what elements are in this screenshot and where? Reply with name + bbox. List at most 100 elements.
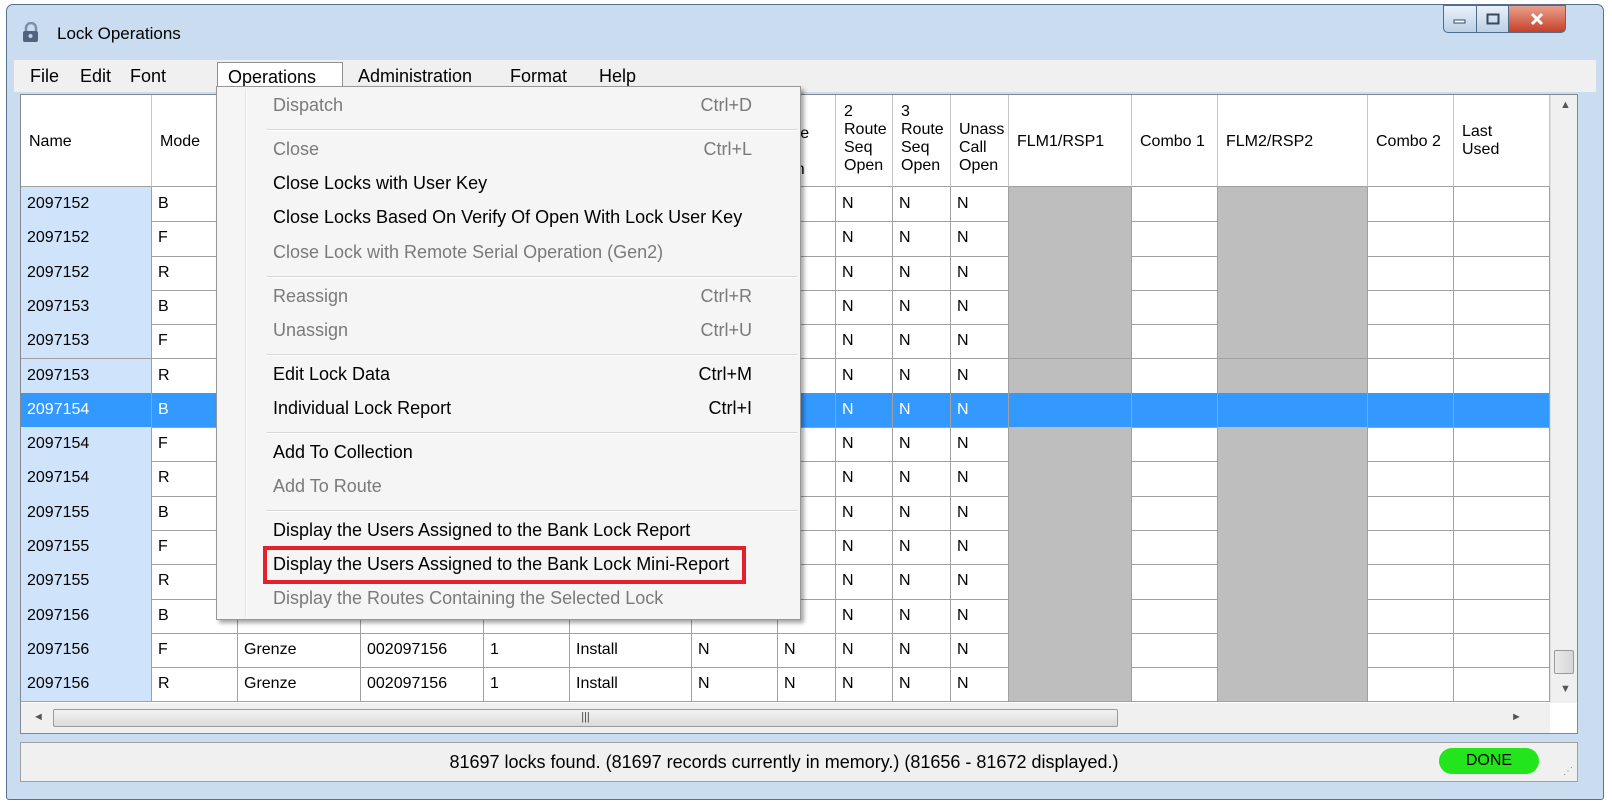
table-cell-n2[interactable]: N bbox=[893, 632, 951, 669]
table-cell-n3[interactable]: N bbox=[951, 461, 1009, 497]
table-cell-owner[interactable]: Grenze bbox=[238, 667, 361, 703]
table-cell-n2[interactable]: N bbox=[893, 530, 951, 566]
col-header-last-used[interactable]: Last Used bbox=[1454, 95, 1550, 187]
table-cell-g2[interactable] bbox=[1132, 289, 1218, 326]
table-cell-g3[interactable] bbox=[1218, 667, 1368, 703]
menu-file[interactable]: File bbox=[20, 62, 69, 90]
minimize-button[interactable] bbox=[1443, 5, 1477, 33]
table-cell-g5[interactable] bbox=[1454, 598, 1550, 634]
table-cell-serial[interactable]: 002097156 bbox=[361, 667, 484, 703]
scroll-down-icon[interactable]: ▼ bbox=[1560, 683, 1571, 695]
close-button[interactable] bbox=[1508, 5, 1566, 33]
table-cell-n1[interactable]: N bbox=[836, 495, 893, 531]
table-cell-owner[interactable]: Grenze bbox=[238, 632, 361, 669]
table-cell-g3[interactable] bbox=[1218, 461, 1368, 497]
table-cell-g1[interactable] bbox=[1009, 392, 1132, 429]
table-cell-g4[interactable] bbox=[1368, 358, 1454, 394]
table-cell-g3[interactable] bbox=[1218, 598, 1368, 634]
table-cell-g3[interactable] bbox=[1218, 392, 1368, 429]
table-cell-g2[interactable] bbox=[1132, 564, 1218, 600]
table-cell-status[interactable]: Install bbox=[570, 667, 692, 703]
table-cell-name[interactable]: 2097152 bbox=[21, 255, 152, 291]
table-cell-g1[interactable] bbox=[1009, 358, 1132, 394]
col-header-unass-call-open[interactable]: Unass Call Open bbox=[951, 95, 1009, 187]
table-cell-g1[interactable] bbox=[1009, 461, 1132, 497]
table-cell-name[interactable]: 2097154 bbox=[21, 392, 152, 429]
menu-item-add-to-collection[interactable]: Add To Collection bbox=[273, 442, 413, 463]
col-header-flm1[interactable]: FLM1/RSP1 bbox=[1009, 95, 1132, 187]
table-cell-g1[interactable] bbox=[1009, 632, 1132, 669]
table-cell-g5[interactable] bbox=[1454, 255, 1550, 291]
table-cell-n1[interactable]: N bbox=[836, 392, 893, 429]
table-cell-g5[interactable] bbox=[1454, 358, 1550, 394]
table-cell-n3[interactable]: N bbox=[951, 632, 1009, 669]
table-cell-n3[interactable]: N bbox=[951, 564, 1009, 600]
table-cell-g3[interactable] bbox=[1218, 358, 1368, 394]
horizontal-scroll-thumb[interactable]: ||| bbox=[53, 709, 1118, 727]
table-cell-g4[interactable] bbox=[1368, 289, 1454, 326]
table-cell-g2[interactable] bbox=[1132, 392, 1218, 429]
table-cell-n1[interactable]: N bbox=[836, 598, 893, 634]
table-cell-n1[interactable]: N bbox=[836, 461, 893, 497]
table-cell-g3[interactable] bbox=[1218, 427, 1368, 463]
table-cell-n3[interactable]: N bbox=[951, 427, 1009, 463]
table-cell-n1[interactable]: N bbox=[836, 564, 893, 600]
table-cell-g3[interactable] bbox=[1218, 255, 1368, 291]
table-cell-n3[interactable]: N bbox=[951, 495, 1009, 531]
table-cell-g1[interactable] bbox=[1009, 530, 1132, 566]
table-cell-g2[interactable] bbox=[1132, 667, 1218, 703]
table-cell-g3[interactable] bbox=[1218, 632, 1368, 669]
table-cell-g4[interactable] bbox=[1368, 632, 1454, 669]
table-cell-g4[interactable] bbox=[1368, 392, 1454, 429]
menu-item-edit-lock-data[interactable]: Edit Lock Data bbox=[273, 364, 390, 385]
horizontal-scrollbar[interactable]: ◄ ||| ► bbox=[21, 703, 1550, 733]
scroll-right-icon[interactable]: ► bbox=[1511, 711, 1522, 723]
table-cell-n2[interactable]: N bbox=[893, 221, 951, 257]
table-cell-n2[interactable]: N bbox=[893, 187, 951, 223]
table-cell-name[interactable]: 2097154 bbox=[21, 461, 152, 497]
table-cell-name[interactable]: 2097155 bbox=[21, 530, 152, 566]
table-cell-g2[interactable] bbox=[1132, 495, 1218, 531]
table-cell-g1[interactable] bbox=[1009, 289, 1132, 326]
table-cell-g4[interactable] bbox=[1368, 598, 1454, 634]
col-header-combo1[interactable]: Combo 1 bbox=[1132, 95, 1218, 187]
table-cell-g1[interactable] bbox=[1009, 598, 1132, 634]
table-cell-g1[interactable] bbox=[1009, 187, 1132, 223]
table-cell-g2[interactable] bbox=[1132, 427, 1218, 463]
table-cell-n2[interactable]: N bbox=[893, 564, 951, 600]
table-cell-g5[interactable] bbox=[1454, 221, 1550, 257]
table-cell-g5[interactable] bbox=[1454, 187, 1550, 223]
table-cell-g5[interactable] bbox=[1454, 289, 1550, 326]
table-cell-g1[interactable] bbox=[1009, 427, 1132, 463]
table-cell-n1[interactable]: N bbox=[836, 632, 893, 669]
table-cell-g2[interactable] bbox=[1132, 255, 1218, 291]
table-cell-name[interactable]: 2097152 bbox=[21, 221, 152, 257]
table-cell-name[interactable]: 2097153 bbox=[21, 358, 152, 394]
table-cell-c1[interactable]: N bbox=[692, 667, 778, 703]
table-cell-n3[interactable]: N bbox=[951, 324, 1009, 360]
table-cell-name[interactable]: 2097156 bbox=[21, 632, 152, 669]
scroll-left-icon[interactable]: ◄ bbox=[33, 711, 44, 723]
col-header-combo2[interactable]: Combo 2 bbox=[1368, 95, 1454, 187]
table-cell-g3[interactable] bbox=[1218, 289, 1368, 326]
table-cell-g1[interactable] bbox=[1009, 255, 1132, 291]
table-cell-n3[interactable]: N bbox=[951, 392, 1009, 429]
table-cell-n2[interactable]: N bbox=[893, 495, 951, 531]
table-cell-g5[interactable] bbox=[1454, 564, 1550, 600]
table-cell-g1[interactable] bbox=[1009, 564, 1132, 600]
table-cell-g3[interactable] bbox=[1218, 564, 1368, 600]
table-cell-g5[interactable] bbox=[1454, 495, 1550, 531]
table-cell-g4[interactable] bbox=[1368, 221, 1454, 257]
table-cell-g2[interactable] bbox=[1132, 358, 1218, 394]
table-cell-g3[interactable] bbox=[1218, 324, 1368, 360]
table-cell-c1[interactable]: N bbox=[692, 632, 778, 669]
table-cell-n2[interactable]: N bbox=[893, 598, 951, 634]
table-cell-g2[interactable] bbox=[1132, 530, 1218, 566]
col-header-name[interactable]: Name bbox=[21, 95, 152, 187]
table-cell-name[interactable]: 2097153 bbox=[21, 289, 152, 326]
table-cell-name[interactable]: 2097155 bbox=[21, 495, 152, 531]
menu-edit[interactable]: Edit bbox=[70, 62, 121, 90]
table-cell-mode[interactable]: F bbox=[152, 632, 238, 669]
table-cell-g4[interactable] bbox=[1368, 667, 1454, 703]
table-cell-n2[interactable]: N bbox=[893, 392, 951, 429]
